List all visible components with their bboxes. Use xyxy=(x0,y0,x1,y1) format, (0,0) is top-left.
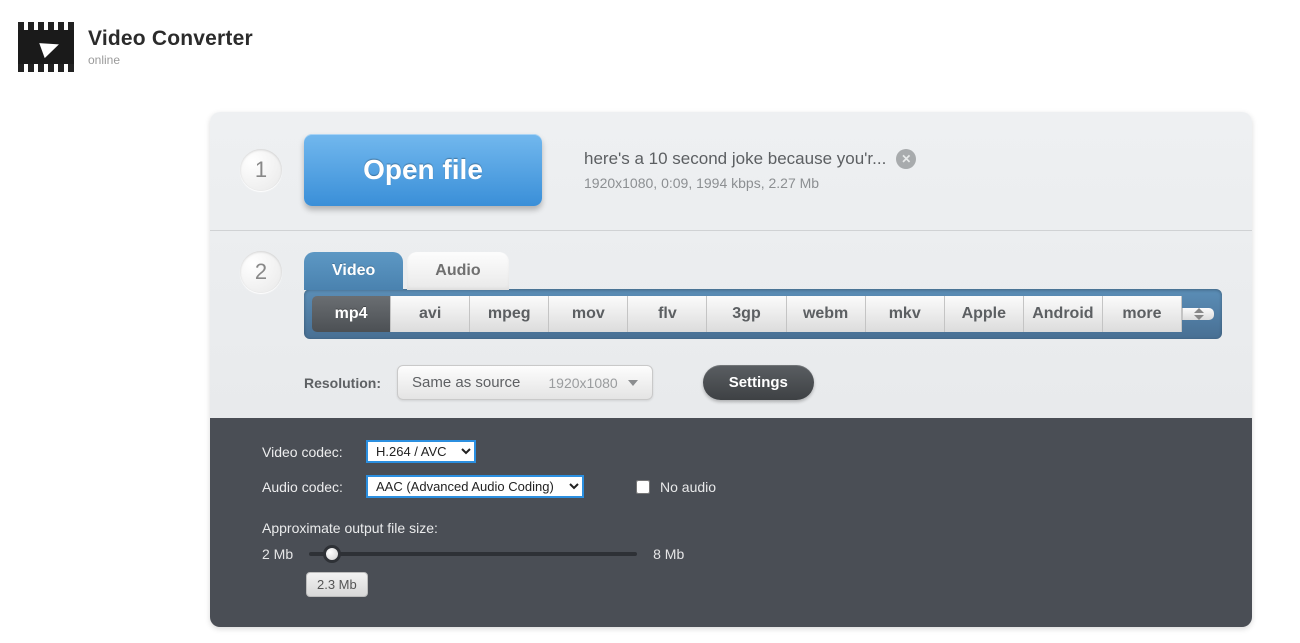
step-2-section: 2 Video Audio mp4 avi mpeg mov flv 3gp w… xyxy=(210,231,1252,418)
step-1-badge: 1 xyxy=(240,149,282,191)
no-audio-label: No audio xyxy=(660,479,716,495)
tab-video[interactable]: Video xyxy=(304,252,403,290)
approx-size-label: Approximate output file size: xyxy=(262,520,1200,536)
formats-bar: mp4 avi mpeg mov flv 3gp webm mkv Apple … xyxy=(304,289,1222,339)
format-mov[interactable]: mov xyxy=(549,296,628,332)
app-title: Video Converter xyxy=(88,27,253,51)
app-logo-area: Video Converter online xyxy=(18,22,253,72)
settings-button[interactable]: Settings xyxy=(703,365,814,400)
video-codec-select[interactable]: H.264 / AVC xyxy=(366,440,476,463)
no-audio-checkbox[interactable] xyxy=(636,480,650,494)
format-flv[interactable]: flv xyxy=(628,296,707,332)
format-more[interactable]: more xyxy=(1103,296,1182,332)
no-audio-option[interactable]: No audio xyxy=(636,479,716,495)
slider-min-label: 2 Mb xyxy=(262,546,293,562)
app-subtitle: online xyxy=(88,53,253,67)
output-size-badge: 2.3 Mb xyxy=(306,572,368,597)
resolution-label: Resolution: xyxy=(304,375,381,391)
remove-file-icon[interactable]: ✕ xyxy=(896,149,916,169)
file-info: here's a 10 second joke because you'r...… xyxy=(584,149,916,191)
file-name: here's a 10 second joke because you'r... xyxy=(584,149,886,169)
audio-codec-label: Audio codec: xyxy=(262,479,354,495)
format-avi[interactable]: avi xyxy=(391,296,470,332)
format-more-chevron-icon[interactable] xyxy=(1182,308,1214,320)
format-apple[interactable]: Apple xyxy=(945,296,1024,332)
step-2-badge: 2 xyxy=(240,251,282,293)
format-3gp[interactable]: 3gp xyxy=(707,296,786,332)
size-slider-thumb[interactable] xyxy=(323,545,341,563)
format-mkv[interactable]: mkv xyxy=(866,296,945,332)
open-file-button[interactable]: Open file xyxy=(304,134,542,206)
media-tabs: Video Audio xyxy=(304,251,1222,289)
file-meta: 1920x1080, 0:09, 1994 kbps, 2.27 Mb xyxy=(584,175,916,191)
audio-codec-select[interactable]: AAC (Advanced Audio Coding) xyxy=(366,475,584,498)
format-android[interactable]: Android xyxy=(1024,296,1103,332)
resolution-value: Same as source xyxy=(412,374,520,391)
slider-max-label: 8 Mb xyxy=(653,546,684,562)
resolution-select[interactable]: Same as source 1920x1080 xyxy=(397,365,653,400)
format-mpeg[interactable]: mpeg xyxy=(470,296,549,332)
size-slider[interactable] xyxy=(309,552,637,556)
main-panel: 1 Open file here's a 10 second joke beca… xyxy=(210,112,1252,627)
resolution-dimensions: 1920x1080 xyxy=(548,375,617,391)
format-webm[interactable]: webm xyxy=(787,296,866,332)
chevron-down-icon xyxy=(628,380,638,386)
tab-audio[interactable]: Audio xyxy=(407,252,508,290)
step-1-section: 1 Open file here's a 10 second joke beca… xyxy=(210,112,1252,231)
format-mp4[interactable]: mp4 xyxy=(312,296,391,332)
advanced-settings-section: Video codec: H.264 / AVC Audio codec: AA… xyxy=(210,418,1252,627)
video-codec-label: Video codec: xyxy=(262,444,354,460)
app-logo-icon xyxy=(18,22,74,72)
